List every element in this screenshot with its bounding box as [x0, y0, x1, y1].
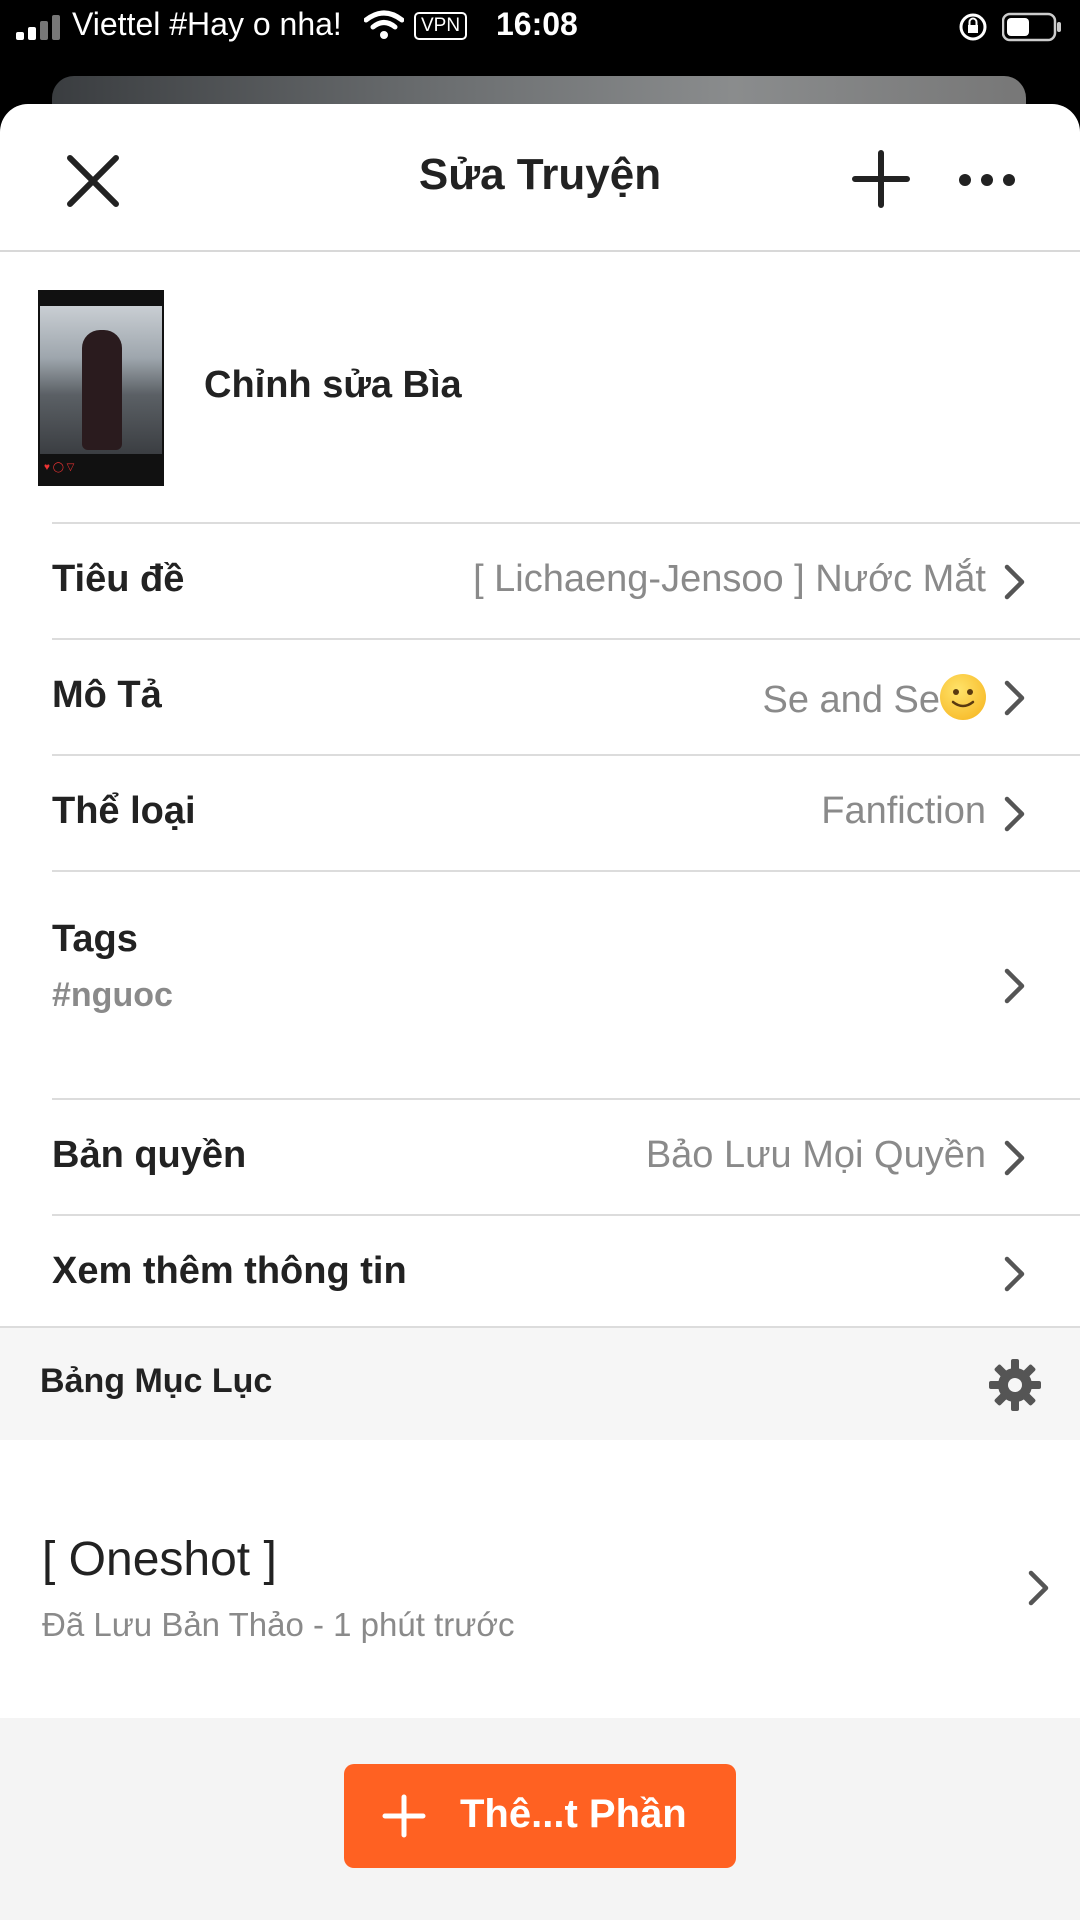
chevron-right-icon [1004, 680, 1025, 716]
description-label: Mô Tả [52, 674, 162, 716]
chevron-right-icon [1004, 1140, 1025, 1176]
title-label: Tiêu đề [52, 558, 185, 600]
chevron-right-icon [1004, 1256, 1025, 1292]
description-row[interactable]: Mô Tả Se and Se [52, 638, 1080, 754]
more-info-label: Xem thêm thông tin [52, 1250, 407, 1292]
status-bar: Viettel #Hay o nha! VPN 16:08 [0, 0, 1080, 56]
genre-value: Fanfiction [821, 790, 986, 832]
title-row[interactable]: Tiêu đề [ Lichaeng-Jensoo ] Nước Mắt [52, 522, 1080, 638]
page-title: Sửa Truyện [418, 150, 662, 199]
more-info-row[interactable]: Xem thêm thông tin [52, 1214, 1080, 1328]
chevron-right-icon [1028, 1570, 1049, 1606]
add-part-button[interactable]: Thê...t Phần [344, 1764, 736, 1868]
battery-icon [1002, 12, 1061, 42]
table-of-contents-label: Bảng Mục Lục [40, 1362, 273, 1400]
plus-icon [382, 1794, 426, 1838]
table-of-contents-header: Bảng Mục Lục [0, 1326, 1080, 1442]
chevron-right-icon [1004, 564, 1025, 600]
signal-icon [16, 15, 60, 40]
description-value-wrap: Se and Se [763, 674, 986, 722]
cover-thumbnail: ♥ ◯ ▽ [38, 290, 164, 486]
edit-cover-label: Chỉnh sửa Bìa [204, 364, 462, 406]
gear-icon[interactable] [988, 1358, 1042, 1412]
clock: 16:08 [496, 6, 578, 42]
tags-value: #nguoc [52, 976, 173, 1014]
slightly-smiling-face-emoji [940, 674, 986, 720]
title-value: [ Lichaeng-Jensoo ] Nước Mắt [473, 558, 986, 600]
plus-icon[interactable] [852, 150, 910, 208]
tags-label: Tags [52, 918, 138, 960]
copyright-value: Bảo Lưu Mọi Quyền [645, 1134, 986, 1176]
header: Sửa Truyện [0, 104, 1080, 252]
genre-label: Thể loại [52, 790, 196, 832]
wifi-icon [364, 10, 404, 39]
part-status: Đã Lưu Bản Thảo - 1 phút trước [42, 1606, 515, 1643]
copyright-label: Bản quyền [52, 1134, 247, 1176]
tags-row[interactable]: Tags #nguoc [52, 870, 1080, 1100]
carrier-name: Viettel #Hay o nha! [72, 6, 342, 42]
genre-row[interactable]: Thể loại Fanfiction [52, 754, 1080, 870]
edit-story-sheet: Sửa Truyện ♥ ◯ ▽ Chỉnh sửa Bìa Tiêu đề [… [0, 104, 1080, 1920]
part-title: [ Oneshot ] [42, 1533, 277, 1586]
copyright-row[interactable]: Bản quyền Bảo Lưu Mọi Quyền [52, 1098, 1080, 1214]
more-options-icon[interactable] [958, 170, 1016, 190]
chevron-right-icon [1004, 968, 1025, 1004]
chevron-right-icon [1004, 796, 1025, 832]
edit-cover-row[interactable]: ♥ ◯ ▽ Chỉnh sửa Bìa [0, 252, 1080, 522]
rotation-lock-icon [959, 13, 987, 41]
add-part-label: Thê...t Phần [460, 1792, 687, 1836]
vpn-badge: VPN [414, 12, 468, 40]
part-list-item[interactable]: [ Oneshot ] Đã Lưu Bản Thảo - 1 phút trư… [0, 1440, 1080, 1716]
description-value: Se and Se [762, 679, 940, 721]
footer: Thê...t Phần [0, 1718, 1080, 1920]
